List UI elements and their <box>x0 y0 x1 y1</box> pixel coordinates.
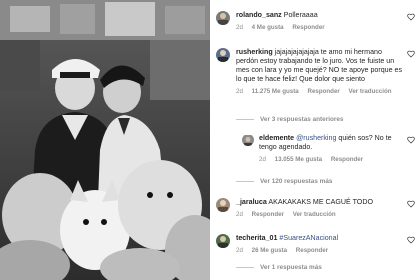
view-previous-replies[interactable]: Ver 3 respuestas anteriores <box>236 116 343 123</box>
comment-likes[interactable]: 11.275 Me gusta <box>252 88 299 95</box>
comment-time: 2d <box>236 24 243 31</box>
heart-icon[interactable] <box>407 13 415 21</box>
comment-username[interactable]: rusherking <box>236 48 273 56</box>
comment-hashtag[interactable]: #SuarezANacional <box>279 234 338 242</box>
heart-icon[interactable] <box>407 50 415 58</box>
heart-icon[interactable] <box>407 236 415 244</box>
heart-icon[interactable] <box>407 136 415 144</box>
comment-likes[interactable]: 4 Me gusta <box>252 24 284 31</box>
comment-meta: 2d 11.275 Me gusta Responder Ver traducc… <box>236 87 404 96</box>
avatar[interactable] <box>216 198 230 212</box>
reply-button[interactable]: Responder <box>296 247 328 254</box>
avatar[interactable] <box>216 48 230 62</box>
reply-username[interactable]: eldemente <box>259 134 294 142</box>
post-photo <box>0 0 210 280</box>
comment-body: rolando_sanz Polleraaaa 2d 4 Me gusta Re… <box>236 11 404 32</box>
comment-text: Polleraaaa <box>283 11 318 19</box>
view-more-replies[interactable]: Ver 1 respuesta más <box>236 264 322 271</box>
view-more-replies[interactable]: Ver 120 respuestas más <box>236 178 332 185</box>
comment-username[interactable]: rolando_sanz <box>236 11 282 19</box>
reply-likes[interactable]: 13.055 Me gusta <box>275 156 322 163</box>
avatar[interactable] <box>216 11 230 25</box>
translate-button[interactable]: Ver traducción <box>349 88 392 95</box>
heart-icon[interactable] <box>407 200 415 208</box>
comment-time: 2d <box>236 211 243 218</box>
comment-body: _jaraluca AKAKAKAKS ME CAGUÉ TODO 2d Res… <box>236 198 404 219</box>
reply-button[interactable]: Responder <box>252 211 284 218</box>
divider <box>236 266 254 268</box>
reply-button[interactable]: Responder <box>331 156 363 163</box>
comment-time: 2d <box>236 247 243 254</box>
comments-panel: rolando_sanz Polleraaaa 2d 4 Me gusta Re… <box>212 0 420 280</box>
translate-button[interactable]: Ver traducción <box>293 211 336 218</box>
reply-time: 2d <box>259 156 266 163</box>
reply-mention[interactable]: @rusherking <box>296 134 336 142</box>
reply-meta: 2d 13.055 Me gusta Responder <box>259 155 404 164</box>
avatar[interactable] <box>242 134 254 146</box>
divider <box>236 180 254 182</box>
comment-text: AKAKAKAKS ME CAGUÉ TODO <box>268 198 373 206</box>
comment-body: techerita_01 #SuarezANacional 2d 26 Me g… <box>236 234 404 255</box>
divider <box>236 118 254 120</box>
comment-body: rusherking jajajajajajajaja te amo mi he… <box>236 48 404 96</box>
reply-button[interactable]: Responder <box>292 24 324 31</box>
comment-username[interactable]: _jaraluca <box>236 198 267 206</box>
comment-username[interactable]: techerita_01 <box>236 234 277 242</box>
comment-meta: 2d Responder Ver traducción <box>236 210 404 219</box>
avatar[interactable] <box>216 234 230 248</box>
reply-body: eldemente @rusherking quién sos? No te t… <box>259 134 404 164</box>
reply-button[interactable]: Responder <box>307 88 339 95</box>
comment-meta: 2d 26 Me gusta Responder <box>236 246 404 255</box>
comment-time: 2d <box>236 88 243 95</box>
comment-likes[interactable]: 26 Me gusta <box>252 247 287 254</box>
comment-meta: 2d 4 Me gusta Responder <box>236 23 404 32</box>
photo-graphic <box>0 0 210 280</box>
